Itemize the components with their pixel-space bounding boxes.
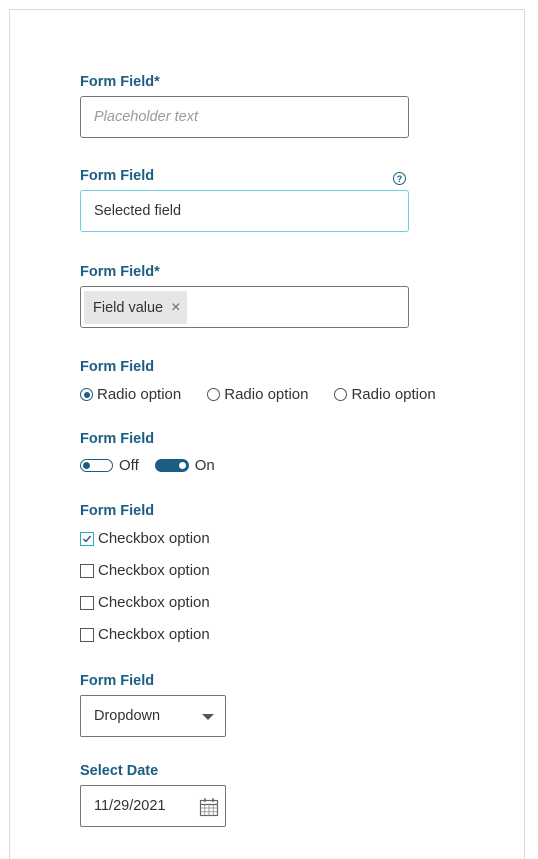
checkbox-checked <box>80 531 94 546</box>
checkbox-unchecked <box>80 563 94 578</box>
check-icon <box>83 535 92 543</box>
radio-group: Radio option Radio option Radio option <box>80 386 462 403</box>
toggle-switch-on <box>154 459 189 472</box>
calendar-icon[interactable] <box>199 797 219 817</box>
radio-option-3[interactable]: Radio option <box>334 386 436 403</box>
checkbox-unchecked <box>80 595 94 610</box>
radio-indicator <box>334 388 348 401</box>
dropdown-value: Dropdown <box>94 708 161 724</box>
help-icon-glyph: ? <box>396 173 403 184</box>
field-label-required: Form Field* <box>80 74 160 90</box>
checkbox-option-1[interactable]: Checkbox option <box>80 530 210 547</box>
radio-indicator <box>207 388 221 401</box>
toggle-switch-off <box>80 459 113 472</box>
radio-label: Radio option <box>224 386 309 403</box>
input-value: Selected field <box>94 203 182 219</box>
checkbox-label: Checkbox option <box>98 626 210 643</box>
toggle-label-on: On <box>194 457 215 474</box>
caret-down-icon <box>202 714 214 720</box>
checkbox-option-3[interactable]: Checkbox option <box>80 594 210 611</box>
dropdown-label: Form Field <box>80 673 155 689</box>
checkbox-option-2[interactable]: Checkbox option <box>80 562 210 579</box>
close-icon[interactable]: × <box>171 299 180 317</box>
text-input-placeholder[interactable]: Placeholder text <box>80 96 409 138</box>
value-chip: Field value × <box>84 291 188 324</box>
checkbox-group-label: Form Field <box>80 503 155 519</box>
checkbox-option-4[interactable]: Checkbox option <box>80 626 210 643</box>
toggle-group: Off On <box>80 457 231 474</box>
placeholder-text: Placeholder text <box>94 109 198 125</box>
date-label: Select Date <box>80 763 159 779</box>
toggle-group-label: Form Field <box>80 431 155 447</box>
help-icon[interactable]: ? <box>393 172 406 185</box>
date-input[interactable]: 11/29/2021 <box>80 785 226 827</box>
dropdown-select[interactable]: Dropdown <box>80 695 226 737</box>
checkbox-label: Checkbox option <box>98 594 210 611</box>
toggle-label-off: Off <box>119 457 139 474</box>
radio-option-2[interactable]: Radio option <box>207 386 308 403</box>
field-label: Form Field <box>80 168 155 184</box>
date-value: 11/29/2021 <box>94 798 166 814</box>
checkbox-label: Checkbox option <box>98 530 210 547</box>
radio-group-label: Form Field <box>80 359 155 375</box>
field-label-required: Form Field* <box>80 264 160 280</box>
radio-label: Radio option <box>97 386 182 403</box>
radio-label: Radio option <box>351 386 436 403</box>
radio-selected-indicator <box>80 388 93 401</box>
radio-option-1[interactable]: Radio option <box>80 386 181 403</box>
chip-label: Field value <box>93 299 164 316</box>
text-input-selected[interactable]: Selected field <box>80 190 409 232</box>
toggle-on[interactable]: On <box>154 457 215 474</box>
checkbox-label: Checkbox option <box>98 562 210 579</box>
checkbox-unchecked <box>80 627 94 642</box>
toggle-off[interactable]: Off <box>80 457 139 474</box>
